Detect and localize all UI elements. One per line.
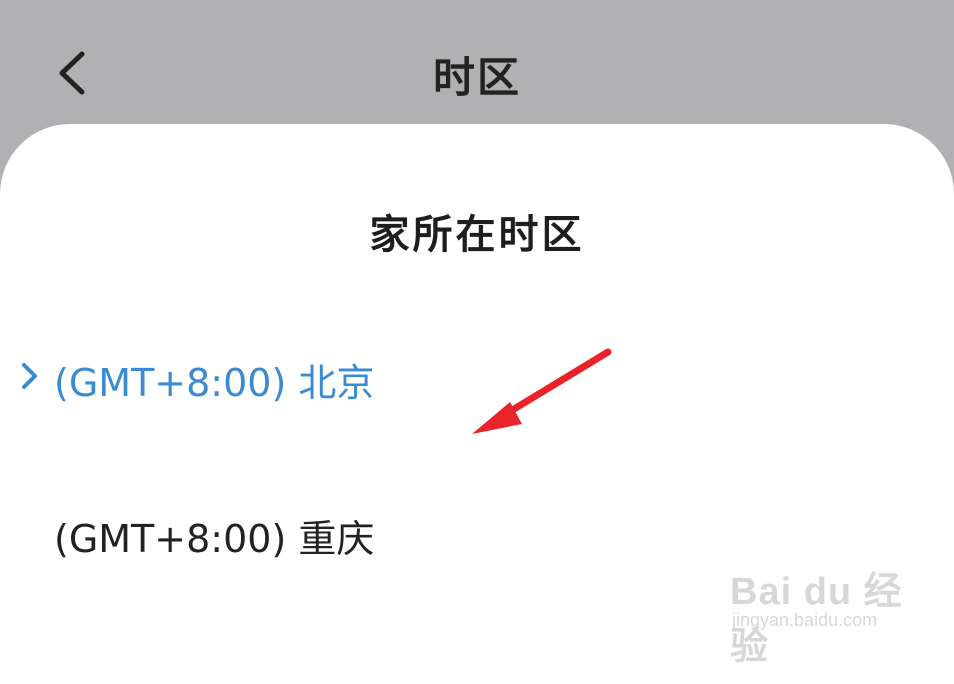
sheet-title: 家所在时区 [369,212,585,258]
watermark-url: jingyan.baidu.com [732,610,878,630]
option-label: (GMT+8:00) 重庆 [54,517,375,561]
baidu-jingyan-watermark: Bai du 经验 jingyan.baidu.com [730,560,940,668]
chevron-right-icon [22,363,37,389]
red-arrow-icon [472,348,612,434]
page-title: 时区 [432,53,521,102]
option-label: (GMT+8:00) 北京 [54,361,375,405]
top-bar: 时区 [0,0,954,140]
